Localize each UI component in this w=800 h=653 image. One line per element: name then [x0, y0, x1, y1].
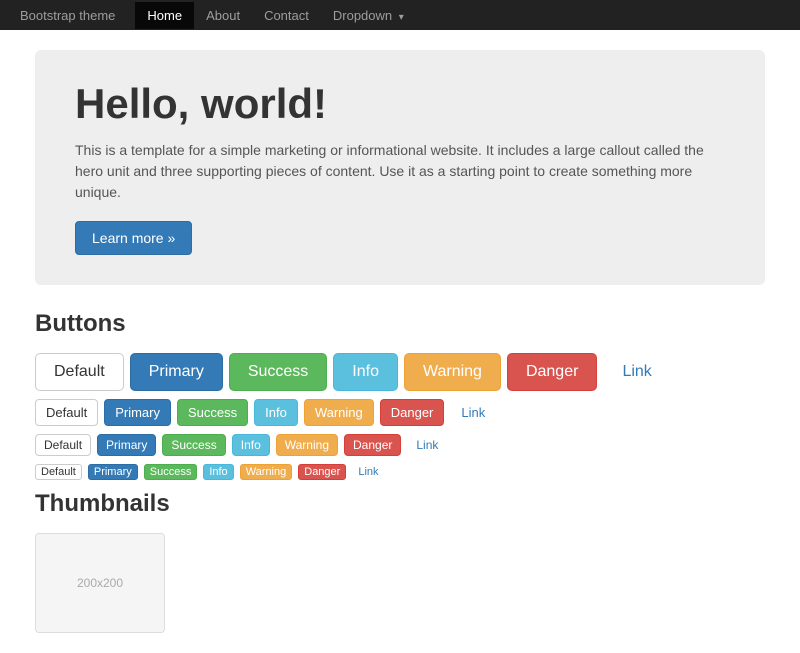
- btn-default-sm[interactable]: Default: [35, 434, 91, 456]
- btn-danger-lg[interactable]: Danger: [507, 353, 597, 391]
- btn-info-md[interactable]: Info: [254, 399, 298, 426]
- nav-item-about[interactable]: About: [194, 2, 252, 29]
- nav-item-dropdown[interactable]: Dropdown ▾: [321, 2, 416, 29]
- button-row-large: Default Primary Success Info Warning Dan…: [35, 353, 765, 391]
- btn-info-lg[interactable]: Info: [333, 353, 398, 391]
- btn-default-lg[interactable]: Default: [35, 353, 124, 391]
- btn-default-md[interactable]: Default: [35, 399, 98, 426]
- hero-description: This is a template for a simple marketin…: [75, 140, 725, 203]
- nav-link-contact[interactable]: Contact: [252, 2, 321, 29]
- button-row-medium: Default Primary Success Info Warning Dan…: [35, 399, 765, 426]
- learn-more-button[interactable]: Learn more »: [75, 221, 192, 255]
- btn-link-sm[interactable]: Link: [407, 434, 447, 456]
- thumbnail-placeholder-label: 200x200: [77, 576, 123, 590]
- dropdown-label: Dropdown: [333, 8, 392, 23]
- btn-info-xs[interactable]: Info: [203, 464, 233, 480]
- nav-link-about[interactable]: About: [194, 2, 252, 29]
- btn-success-sm[interactable]: Success: [162, 434, 225, 456]
- navbar-brand[interactable]: Bootstrap theme: [20, 8, 115, 23]
- btn-warning-sm[interactable]: Warning: [276, 434, 338, 456]
- btn-primary-sm[interactable]: Primary: [97, 434, 156, 456]
- nav-link-dropdown[interactable]: Dropdown ▾: [321, 2, 416, 29]
- chevron-down-icon: ▾: [399, 12, 404, 23]
- btn-primary-lg[interactable]: Primary: [130, 353, 223, 391]
- btn-warning-xs[interactable]: Warning: [240, 464, 293, 480]
- nav-item-home[interactable]: Home: [135, 2, 194, 29]
- thumbnails-section: Thumbnails 200x200: [35, 490, 765, 633]
- btn-primary-md[interactable]: Primary: [104, 399, 171, 426]
- btn-default-xs[interactable]: Default: [35, 464, 82, 480]
- btn-warning-lg[interactable]: Warning: [404, 353, 501, 391]
- buttons-section: Buttons Default Primary Success Info War…: [35, 310, 765, 480]
- nav-item-contact[interactable]: Contact: [252, 2, 321, 29]
- hero-title: Hello, world!: [75, 80, 725, 128]
- button-row-small: Default Primary Success Info Warning Dan…: [35, 434, 765, 456]
- nav-link-home[interactable]: Home: [135, 2, 194, 29]
- btn-link-md[interactable]: Link: [450, 399, 496, 426]
- navbar-nav: Home About Contact Dropdown ▾: [135, 2, 415, 29]
- btn-danger-xs[interactable]: Danger: [298, 464, 346, 480]
- thumbnail-placeholder: 200x200: [35, 533, 165, 633]
- main-content: Hello, world! This is a template for a s…: [20, 30, 780, 653]
- btn-link-lg[interactable]: Link: [603, 353, 670, 391]
- btn-success-xs[interactable]: Success: [144, 464, 198, 480]
- btn-warning-md[interactable]: Warning: [304, 399, 374, 426]
- btn-danger-md[interactable]: Danger: [380, 399, 445, 426]
- navbar: Bootstrap theme Home About Contact Dropd…: [0, 0, 800, 30]
- btn-info-sm[interactable]: Info: [232, 434, 270, 456]
- btn-success-lg[interactable]: Success: [229, 353, 327, 391]
- btn-danger-sm[interactable]: Danger: [344, 434, 401, 456]
- buttons-section-title: Buttons: [35, 310, 765, 338]
- button-row-xsmall: Default Primary Success Info Warning Dan…: [35, 464, 765, 480]
- btn-success-md[interactable]: Success: [177, 399, 248, 426]
- thumbnails-section-title: Thumbnails: [35, 490, 765, 518]
- jumbotron: Hello, world! This is a template for a s…: [35, 50, 765, 285]
- btn-primary-xs[interactable]: Primary: [88, 464, 138, 480]
- btn-link-xs[interactable]: Link: [352, 464, 384, 480]
